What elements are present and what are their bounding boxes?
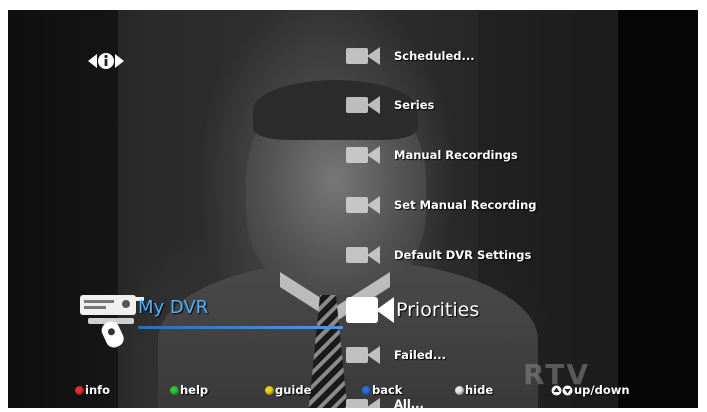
- up-down-arrows-icon: [551, 385, 573, 396]
- green-button-icon: [170, 385, 179, 395]
- menu-item-label: Default DVR Settings: [394, 248, 532, 262]
- menu-item-label: Manual Recordings: [394, 148, 518, 162]
- section-title-underline: [138, 326, 343, 329]
- menu-item-label: Priorities: [396, 299, 480, 321]
- hint-up-down[interactable]: up/down: [551, 383, 630, 397]
- video-camera-icon: [346, 96, 380, 114]
- menu-item-default-dvr-settings[interactable]: Default DVR Settings: [346, 240, 531, 270]
- video-camera-icon: [346, 47, 380, 65]
- blue-button-icon: [362, 385, 371, 395]
- info-icon[interactable]: [88, 51, 124, 71]
- menu-item-failed[interactable]: Failed...: [346, 340, 446, 370]
- menu-item-set-manual-recording[interactable]: Set Manual Recording: [346, 190, 537, 220]
- menu-item-label: Series: [394, 98, 435, 112]
- video-camera-icon: [346, 246, 380, 264]
- video-camera-icon: [346, 297, 394, 323]
- hint-hide[interactable]: hide: [455, 383, 493, 397]
- hint-label: guide: [275, 383, 312, 397]
- menu-item-priorities[interactable]: Priorities: [346, 288, 479, 332]
- footer-hint-bar: info help guide back hide up/down: [8, 380, 698, 400]
- section-title: My DVR: [138, 297, 209, 318]
- hint-label: back: [372, 383, 403, 397]
- video-background-right: [618, 10, 698, 408]
- menu-item-series[interactable]: Series: [346, 90, 434, 120]
- yellow-button-icon: [265, 385, 274, 395]
- video-camera-icon: [346, 146, 380, 164]
- menu-item-scheduled[interactable]: Scheduled...: [346, 41, 475, 71]
- hint-label: help: [180, 383, 209, 397]
- video-camera-icon: [346, 196, 380, 214]
- hint-help[interactable]: help: [170, 383, 208, 397]
- hint-label: info: [85, 383, 111, 397]
- video-camera-icon: [346, 346, 380, 364]
- red-button-icon: [75, 385, 84, 395]
- menu-item-label: Failed...: [394, 348, 446, 362]
- hint-back[interactable]: back: [362, 383, 402, 397]
- menu-item-manual-recordings[interactable]: Manual Recordings: [346, 140, 518, 170]
- tv-screen: Scheduled... Series Manual Recordings Se…: [8, 10, 698, 408]
- hint-label: up/down: [574, 383, 630, 397]
- menu-item-label: Scheduled...: [394, 49, 475, 63]
- hint-guide[interactable]: guide: [265, 383, 311, 397]
- hint-info[interactable]: info: [75, 383, 110, 397]
- hint-label: hide: [465, 383, 494, 397]
- menu-item-label: Set Manual Recording: [394, 198, 537, 212]
- white-button-icon: [455, 385, 464, 395]
